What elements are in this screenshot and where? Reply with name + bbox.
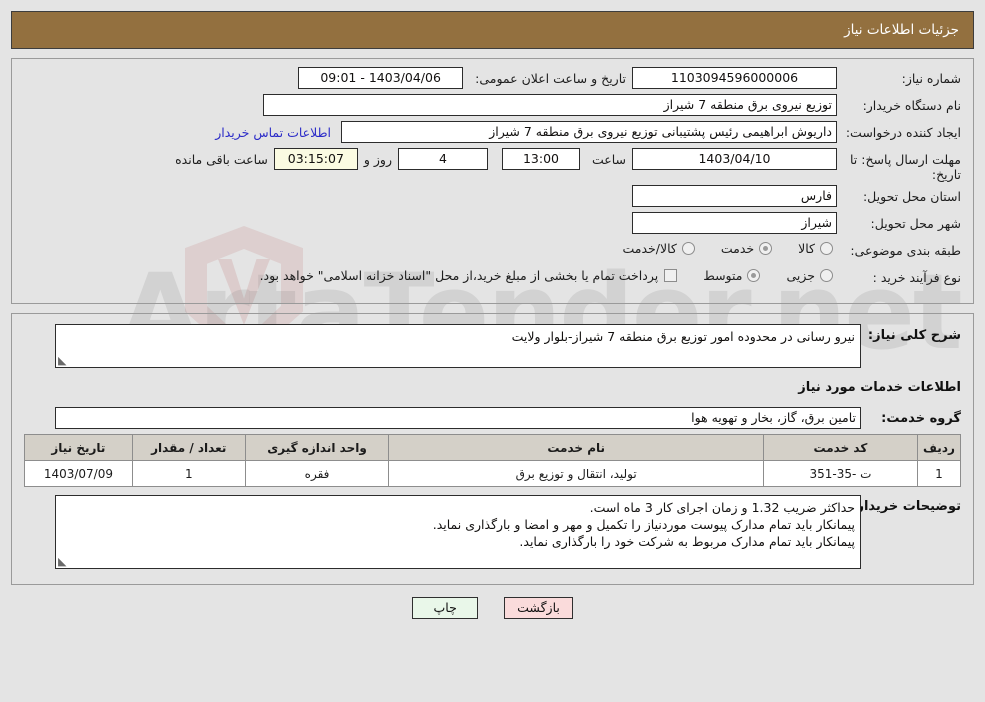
- treasury-note-row[interactable]: پرداخت تمام یا بخشی از مبلغ خرید،از محل …: [260, 268, 678, 283]
- days-remaining-field[interactable]: 4: [397, 148, 488, 170]
- col-unit: واحد اندازه گیری: [244, 434, 390, 461]
- category-option-goods-service-label: کالا/خدمت: [622, 241, 677, 256]
- buyer-comments-textarea[interactable]: حداکثر ضریب 1.32 و زمان اجرای کار 3 ماه …: [55, 495, 861, 569]
- buyer-comments-label: توضیحات خریدار:: [851, 499, 961, 514]
- row-summary: شرح کلی نیاز: نیرو رسانی در محدوده امور …: [24, 324, 961, 368]
- process-option-medium[interactable]: متوسط: [703, 268, 761, 283]
- countdown-field: 03:15:07: [273, 148, 358, 170]
- summary-text: نیرو رسانی در محدوده امور توزیع برق منطق…: [511, 329, 855, 344]
- resize-grip-icon[interactable]: ◢: [58, 555, 68, 568]
- cell-row-no: 1: [916, 460, 962, 487]
- radio-goods-service-icon[interactable]: [681, 242, 695, 255]
- print-button[interactable]: چاپ: [412, 597, 479, 619]
- creator-field[interactable]: داریوش ابراهیمی رئیس پشتیبانی توزیع نیرو…: [341, 121, 837, 143]
- deadline-label: مهلت ارسال پاسخ: تا تاریخ:: [850, 152, 961, 182]
- footer-actions: بازگشت چاپ: [0, 597, 985, 619]
- need-number-label: شماره نیاز:: [901, 71, 961, 86]
- province-label: استان محل تحویل:: [862, 189, 961, 204]
- row-service-group: گروه خدمت: تامین برق، گاز، بخار و تهویه …: [24, 407, 961, 431]
- resize-grip-icon[interactable]: ◢: [58, 354, 68, 367]
- category-option-goods[interactable]: کالا: [798, 241, 833, 256]
- summary-label: شرح کلی نیاز:: [867, 328, 961, 343]
- row-city: شهر محل تحویل: شیراز: [24, 212, 961, 236]
- buyer-comment-line-3: پیمانکار باید تمام مدارک مربوط به شرکت خ…: [519, 534, 855, 549]
- cell-service-code: ت -35-351: [762, 460, 918, 487]
- col-need-date: تاریخ نیاز: [24, 434, 133, 461]
- city-field[interactable]: شیراز: [632, 212, 837, 234]
- announce-datetime-field[interactable]: 1403/04/06 - 09:01: [298, 67, 464, 89]
- cell-service-name: تولید، انتقال و توزیع برق: [388, 460, 764, 487]
- row-buyer-comments: توضیحات خریدار: حداکثر ضریب 1.32 و زمان …: [24, 495, 961, 569]
- cell-quantity: 1: [131, 460, 246, 487]
- radio-medium-icon[interactable]: [747, 269, 761, 282]
- remaining-hours-label: ساعت باقی مانده: [175, 152, 268, 167]
- creator-label: ایجاد کننده درخواست:: [845, 125, 961, 140]
- buyer-comment-line-1: حداکثر ضریب 1.32 و زمان اجرای کار 3 ماه …: [589, 500, 855, 515]
- buyer-contact-link[interactable]: اطلاعات تماس خریدار: [215, 121, 331, 140]
- row-province: استان محل تحویل: فارس: [24, 185, 961, 209]
- services-table: ردیف کد خدمت نام خدمت واحد اندازه گیری ت…: [24, 434, 962, 487]
- category-option-goods-service[interactable]: کالا/خدمت: [622, 241, 695, 256]
- row-deadline: مهلت ارسال پاسخ: تا تاریخ: 1403/04/10 سا…: [24, 148, 961, 182]
- row-category: طبقه بندی موضوعی: کالا خدمت کالا/خدمت: [24, 239, 961, 263]
- process-option-minor-label: جزیی: [786, 268, 815, 283]
- process-option-minor[interactable]: جزیی: [786, 268, 833, 283]
- col-service-code: کد خدمت: [762, 434, 918, 461]
- row-need-number: شماره نیاز: 1103094596000006 تاریخ و ساع…: [24, 67, 961, 91]
- category-option-service[interactable]: خدمت: [720, 241, 773, 256]
- hour-label: ساعت: [591, 152, 626, 167]
- category-label: طبقه بندی موضوعی:: [850, 243, 961, 258]
- process-label: نوع فرآیند خرید :: [872, 270, 961, 285]
- row-creator: ایجاد کننده درخواست: داریوش ابراهیمی رئی…: [24, 121, 961, 145]
- deadline-date-field[interactable]: 1403/04/10: [632, 148, 837, 170]
- city-label: شهر محل تحویل:: [870, 216, 961, 231]
- col-service-name: نام خدمت: [388, 434, 764, 461]
- category-option-service-label: خدمت: [720, 241, 755, 256]
- cell-need-date: 1403/07/09: [24, 460, 133, 487]
- need-number-field[interactable]: 1103094596000006: [632, 67, 837, 89]
- table-row: 1 ت -35-351 تولید، انتقال و توزیع برق فق…: [24, 460, 962, 487]
- page-header: جزئیات اطلاعات نیاز: [11, 11, 974, 49]
- page-title: جزئیات اطلاعات نیاز: [844, 22, 959, 38]
- need-info-panel: شماره نیاز: 1103094596000006 تاریخ و ساع…: [11, 58, 974, 304]
- treasury-checkbox[interactable]: [664, 269, 678, 282]
- category-option-goods-label: کالا: [798, 241, 815, 256]
- services-heading: اطلاعات خدمات مورد نیاز: [798, 380, 961, 395]
- days-label: روز و: [363, 152, 392, 167]
- buyer-org-label: نام دستگاه خریدار:: [862, 98, 961, 113]
- process-option-medium-label: متوسط: [703, 268, 743, 283]
- buyer-org-field[interactable]: توزیع نیروی برق منطقه 7 شیراز: [263, 94, 837, 116]
- radio-goods-icon[interactable]: [820, 242, 833, 255]
- service-group-field[interactable]: تامین برق، گاز، بخار و تهویه هوا: [55, 407, 861, 429]
- cell-unit: فقره: [244, 460, 390, 487]
- announce-datetime-label: تاریخ و ساعت اعلان عمومی:: [475, 71, 626, 86]
- service-details-panel: شرح کلی نیاز: نیرو رسانی در محدوده امور …: [11, 313, 974, 585]
- deadline-time-field[interactable]: 13:00: [501, 148, 580, 170]
- radio-minor-icon[interactable]: [820, 269, 833, 282]
- province-field[interactable]: فارس: [632, 185, 837, 207]
- radio-service-icon[interactable]: [759, 242, 773, 255]
- row-process-type: نوع فرآیند خرید : جزیی متوسط پرداخت تمام…: [24, 266, 961, 290]
- col-row-no: ردیف: [916, 434, 962, 461]
- summary-textarea[interactable]: نیرو رسانی در محدوده امور توزیع برق منطق…: [55, 324, 861, 368]
- buyer-comment-line-2: پیمانکار باید تمام مدارک پیوست موردنیاز …: [432, 517, 855, 532]
- back-button[interactable]: بازگشت: [504, 597, 573, 619]
- row-buyer-org: نام دستگاه خریدار: توزیع نیروی برق منطقه…: [24, 94, 961, 118]
- treasury-note-label: پرداخت تمام یا بخشی از مبلغ خرید،از محل …: [259, 268, 659, 283]
- service-group-label: گروه خدمت:: [881, 411, 961, 426]
- table-header-row: ردیف کد خدمت نام خدمت واحد اندازه گیری ت…: [24, 434, 962, 461]
- col-quantity: تعداد / مقدار: [131, 434, 246, 461]
